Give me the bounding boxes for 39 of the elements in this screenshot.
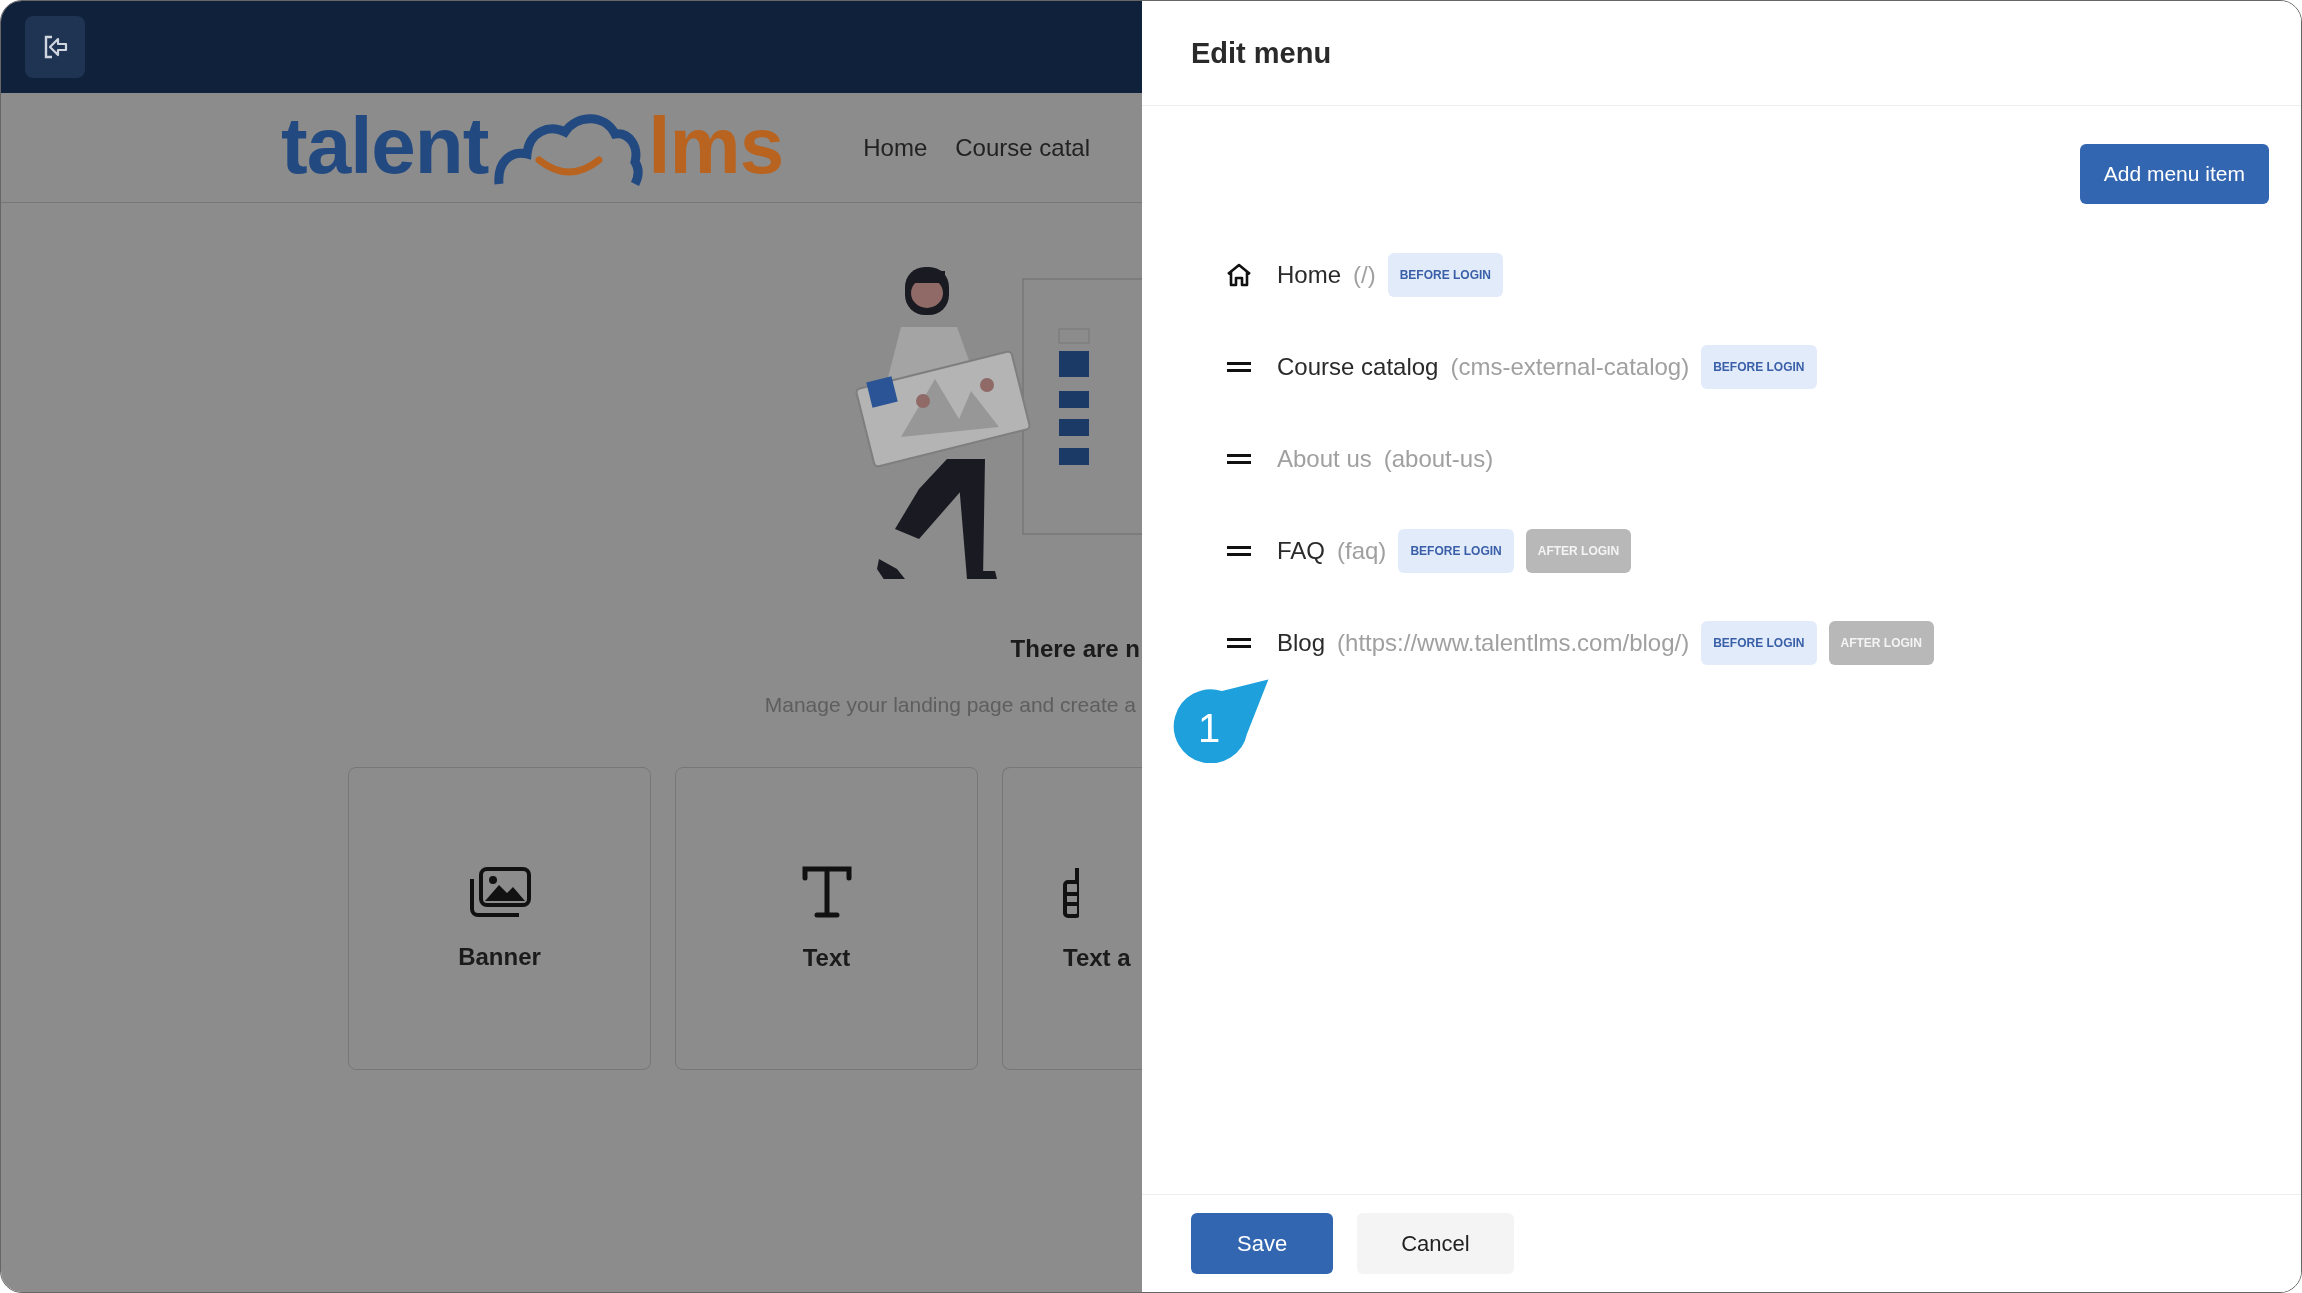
logo-text: lms xyxy=(648,105,784,186)
exit-button[interactable] xyxy=(25,16,85,78)
menu-item-label[interactable]: Home xyxy=(1277,261,1342,289)
login-tag: BEFORE LOGIN xyxy=(1701,621,1817,665)
card-label: Text xyxy=(802,943,851,972)
login-tag: BEFORE LOGIN xyxy=(1701,345,1817,389)
layout-icon xyxy=(1063,865,1079,918)
card-label: Text a xyxy=(1063,943,1131,972)
save-button[interactable]: Save xyxy=(1191,1213,1334,1274)
drag-handle-icon[interactable] xyxy=(1227,637,1251,649)
login-tag: AFTER LOGIN xyxy=(1525,529,1632,573)
home-icon xyxy=(1226,263,1252,287)
menu-item-path: (cms-external-catalog) xyxy=(1450,353,1690,381)
add-menu-item-button[interactable]: Add menu item xyxy=(2079,144,2269,204)
menu-item-path: (faq) xyxy=(1337,537,1387,565)
cancel-button[interactable]: Cancel xyxy=(1357,1213,1514,1274)
drawer-title: Edit menu xyxy=(1191,36,1332,70)
block-card[interactable]: Banner xyxy=(348,767,651,1070)
menu-item-label[interactable]: Course catalog xyxy=(1277,353,1439,381)
drag-handle-icon[interactable] xyxy=(1227,361,1251,373)
menu-item-path: (/) xyxy=(1353,261,1376,289)
login-tag: BEFORE LOGIN xyxy=(1387,253,1504,297)
menu-item-path: (https://www.talentlms.com/blog/) xyxy=(1337,629,1690,657)
card-label: Banner xyxy=(458,942,541,971)
logo-text: talent xyxy=(281,105,489,186)
drag-handle-icon[interactable] xyxy=(1227,545,1251,557)
nav-link[interactable]: Course catal xyxy=(955,133,1090,162)
block-card[interactable]: Text xyxy=(675,767,978,1070)
text-icon xyxy=(801,865,852,918)
exit-icon xyxy=(42,34,68,60)
nav-link[interactable]: Home xyxy=(863,133,928,162)
menu-item-label[interactable]: Blog xyxy=(1277,629,1326,657)
login-tag: AFTER LOGIN xyxy=(1828,621,1934,665)
drag-handle-icon[interactable] xyxy=(1227,453,1251,465)
image-stack-icon xyxy=(468,866,531,917)
login-tag: BEFORE LOGIN xyxy=(1398,529,1514,573)
empty-state-title: There are n xyxy=(1010,635,1141,663)
menu-item-path: (about-us) xyxy=(1383,445,1494,473)
menu-item-label[interactable]: FAQ xyxy=(1277,537,1325,565)
